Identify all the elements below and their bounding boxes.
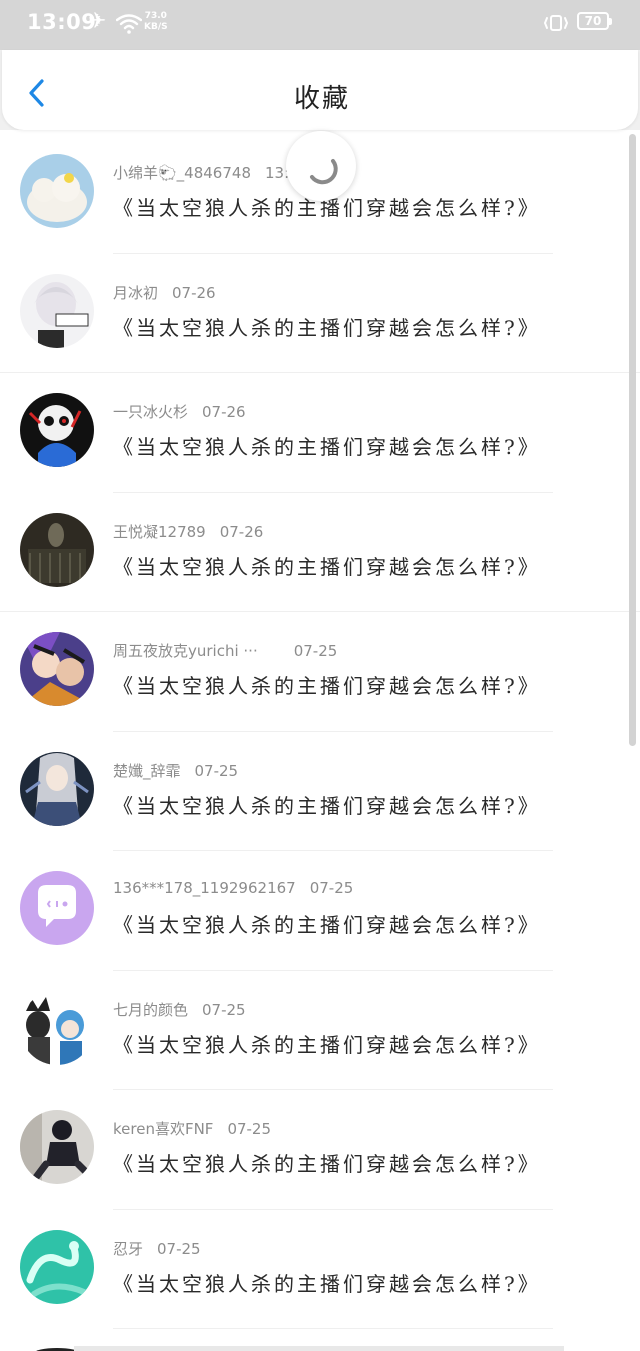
page-title: 收藏 <box>293 84 350 114</box>
item-title: 《当太空狼人杀的主播们穿越会怎么样?》 <box>113 793 541 818</box>
list-item[interactable]: keren喜欢FNF 07-25 《当太空狼人杀的主播们穿越会怎么样?》 <box>0 1090 640 1210</box>
item-title: 《当太空狼人杀的主播们穿越会怎么样?》 <box>113 435 541 459</box>
list-item[interactable]: 月冰初 07-26 《当太空狼人杀的主播们穿越会怎么样?》 <box>0 254 640 373</box>
item-title: 《当太空狼人杀的主播们穿越会怎么样?》 <box>113 1271 541 1296</box>
network-speed: 73.0 KB/S <box>144 11 168 33</box>
airplane-mode-icon: ✈ <box>88 9 107 34</box>
author-name: 月冰初 <box>113 283 159 302</box>
user-avatar <box>20 154 94 228</box>
item-date: 07-25 <box>202 1000 246 1019</box>
list-item[interactable]: 楚孅_辞霏 07-25 《当太空狼人杀的主播们穿越会怎么样?》 <box>0 732 640 851</box>
author-name: 王悦凝12789 <box>113 522 206 541</box>
author-name: 周五夜放克yurichi ··· <box>113 642 258 660</box>
loading-spinner <box>286 131 356 201</box>
scrollbar[interactable] <box>629 134 636 746</box>
author-name: 忍牙 <box>113 1239 144 1258</box>
item-title: 《当太空狼人杀的主播们穿越会怎么样?》 <box>113 1152 541 1176</box>
list-item[interactable]: 周五夜放克yurichi ··· 07-25 《当太空狼人杀的主播们穿越会怎么样?… <box>0 612 640 732</box>
item-meta: 七月的颜色 07-25 <box>113 999 246 1020</box>
user-avatar <box>20 393 94 467</box>
item-meta: 136***178_1192962167 07-25 <box>113 879 353 897</box>
list-item[interactable]: 一只冰火杉 07-26 《当太空狼人杀的主播们穿越会怎么样?》 <box>0 373 640 493</box>
item-title: 《当太空狼人杀的主播们穿越会怎么样?》 <box>113 1032 541 1057</box>
user-avatar <box>20 871 94 945</box>
item-meta: 月冰初 07-26 <box>113 282 216 303</box>
item-meta: 小绵羊🐑_484674813:12 <box>113 162 308 183</box>
author-name: keren喜欢FNF <box>113 1120 214 1138</box>
vibrate-icon <box>543 15 569 31</box>
author-name: 136***178_1192962167 <box>113 879 296 897</box>
item-meta: 楚孅_辞霏 07-25 <box>113 760 238 781</box>
user-avatar <box>20 1110 94 1184</box>
item-title: 《当太空狼人杀的主播们穿越会怎么样?》 <box>113 315 541 340</box>
user-avatar <box>20 751 94 826</box>
item-date: 07-25 <box>227 1120 272 1138</box>
item-date: 07-26 <box>219 522 264 541</box>
author-name: 楚孅_辞霏 <box>113 761 181 780</box>
item-date: 07-25 <box>194 761 239 780</box>
item-meta: 王悦凝12789 07-26 <box>113 521 263 542</box>
item-date: 07-26 <box>172 283 216 302</box>
item-date: 07-26 <box>202 403 246 421</box>
item-title: 《当太空狼人杀的主播们穿越会怎么样?》 <box>113 913 541 937</box>
network-speed-unit: KB/S <box>144 22 168 32</box>
header: 收藏 <box>2 50 638 130</box>
user-avatar <box>20 273 94 348</box>
list-item[interactable]: 王悦凝12789 07-26 《当太空狼人杀的主播们穿越会怎么样?》 <box>0 493 640 612</box>
item-preview-bar <box>74 1346 564 1351</box>
spinner-icon <box>310 159 338 185</box>
item-title: 《当太空狼人杀的主播们穿越会怎么样?》 <box>113 674 541 698</box>
item-date: 07-25 <box>309 879 354 897</box>
item-meta: 周五夜放克yurichi ··· 07-25 <box>113 640 337 661</box>
user-avatar <box>20 512 94 587</box>
network-speed-value: 73.0 <box>144 11 167 21</box>
list-item[interactable]: 七月的颜色 07-25 《当太空狼人杀的主播们穿越会怎么样?》 <box>0 971 640 1090</box>
user-avatar <box>20 632 94 706</box>
author-name: 小绵羊🐑_4846748 <box>113 164 251 182</box>
author-name: 七月的颜色 <box>113 1000 189 1019</box>
wifi-icon <box>116 14 142 34</box>
item-date: 07-25 <box>293 642 338 660</box>
status-bar: 13:09 ✈ 73.0 KB/S 70 <box>0 0 640 50</box>
header-background: 收藏 <box>0 50 640 130</box>
user-avatar <box>20 1229 94 1304</box>
item-meta: 忍牙 07-25 <box>113 1238 201 1259</box>
item-meta: keren喜欢FNF 07-25 <box>113 1118 271 1139</box>
item-meta: 一只冰火杉 07-26 <box>113 401 246 422</box>
user-avatar <box>20 990 94 1065</box>
author-name: 一只冰火杉 <box>113 403 189 421</box>
status-time: 13:09 <box>27 10 97 34</box>
item-title: 《当太空狼人杀的主播们穿越会怎么样?》 <box>113 554 541 579</box>
divider <box>113 1328 553 1329</box>
list-item-partial[interactable] <box>0 1330 640 1351</box>
list-item[interactable]: 136***178_1192962167 07-25 《当太空狼人杀的主播们穿越会… <box>0 851 640 971</box>
favorites-list: 小绵羊🐑_484674813:12 《当太空狼人杀的主播们穿越会怎么样?》 月冰… <box>0 134 640 1329</box>
battery-indicator: 70 <box>577 12 612 30</box>
list-item[interactable]: 忍牙 07-25 《当太空狼人杀的主播们穿越会怎么样?》 <box>0 1210 640 1329</box>
item-date: 07-25 <box>157 1239 201 1258</box>
